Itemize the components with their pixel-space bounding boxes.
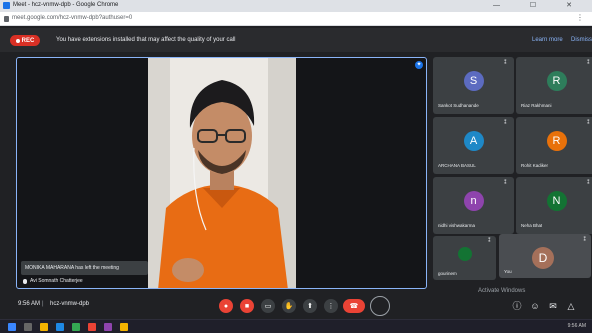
meeting-controls-bar: 9:56 AM | hcz-vnmw-dpb ● ■ ▭ ✋ ⬆ ⋮ ☎ ⓘ ☺… <box>0 293 592 319</box>
mic-off-icon: ⁑ <box>504 120 507 126</box>
presenter-tile[interactable]: ✦ MONIKA MAHARANA has left the meeting A… <box>16 57 427 289</box>
avatar: R <box>546 71 567 91</box>
activities-button[interactable] <box>370 296 390 316</box>
extensions-warning-text: You have extensions installed that may a… <box>56 37 236 43</box>
mic-off-icon: ⁑ <box>488 238 491 244</box>
avatar: R <box>546 131 567 151</box>
address-bar[interactable]: meet.google.com/hcz-vnmw-dpb?authuser=0 … <box>0 12 592 26</box>
mic-off-icon: ⁑ <box>504 180 507 186</box>
participant-tile[interactable]: ⁑ N Neha Bhat <box>516 177 592 234</box>
mic-icon <box>23 278 27 284</box>
recording-badge: REC <box>10 35 40 46</box>
mic-off-icon: ⁑ <box>587 120 590 126</box>
chat-icon[interactable]: ✉ <box>548 301 558 311</box>
present-icon: ⬆ <box>307 303 313 310</box>
windows-taskbar: 9:56 AM <box>0 319 592 333</box>
participant-name: Rohit Kadiker <box>521 163 549 168</box>
file-explorer-icon[interactable] <box>40 323 48 331</box>
meeting-clock: 9:56 AM <box>18 301 41 307</box>
app-icon[interactable] <box>120 323 128 331</box>
participant-tile[interactable]: ⁑ gourinem <box>433 236 496 280</box>
chrome-icon[interactable] <box>72 323 80 331</box>
search-icon[interactable] <box>24 323 32 331</box>
info-icon[interactable]: ⓘ <box>512 301 522 311</box>
mic-off-icon: ⁑ <box>504 60 507 66</box>
separator: | <box>42 301 44 307</box>
participant-name: Riaz Rakhmani <box>521 103 552 108</box>
participant-name: Neha Bhat <box>521 223 543 228</box>
taskbar-clock: 9:56 AM <box>567 323 586 329</box>
meeting-code: hcz-vnmw-dpb <box>50 301 90 307</box>
people-icon[interactable]: ☺ <box>530 301 540 311</box>
hand-icon: ✋ <box>284 303 294 310</box>
mic-off-icon: ⁑ <box>587 180 590 186</box>
mic-off-icon: ● <box>223 302 229 310</box>
mic-off-icon: ⁑ <box>587 60 590 66</box>
participant-tile[interactable]: ⁑ R Riaz Rakhmani <box>516 57 592 114</box>
browser-title-bar: Meet - hcz-vnmw-dpb - Google Chrome — ☐ … <box>0 0 592 12</box>
participant-tile[interactable]: ⁑ S Sankot Sudhanande <box>433 57 514 114</box>
captions-icon: ▭ <box>264 303 272 310</box>
participant-name: gourinem <box>438 271 457 276</box>
participant-name: nidhi vishwakarma <box>438 223 476 228</box>
participant-name: Sankot Sudhanande <box>438 103 479 108</box>
presenter-video <box>148 58 296 288</box>
lock-icon <box>4 16 9 22</box>
more-options-button[interactable]: ⋮ <box>324 299 338 313</box>
avatar: N <box>546 191 567 211</box>
avatar: A <box>463 131 484 151</box>
presenter-name-label: Avi Somnath Chatterjee <box>23 278 83 284</box>
camera-off-icon: ■ <box>244 302 250 310</box>
present-button[interactable]: ⬆ <box>303 299 317 313</box>
captions-button[interactable]: ▭ <box>261 299 275 313</box>
phone-hangup-icon: ☎ <box>349 303 359 310</box>
extensions-warning-bar: REC You have extensions installed that m… <box>0 28 592 52</box>
participant-tile[interactable]: ⁑ A ARCHANA BASUL <box>433 117 514 174</box>
participant-name: ARCHANA BASUL <box>438 163 476 168</box>
participant-left-toast: MONIKA MAHARANA has left the meeting <box>21 261 148 275</box>
presenter-video-frame <box>148 58 296 288</box>
mic-off-icon: ⁑ <box>583 237 587 243</box>
mic-toggle-button[interactable]: ● <box>219 299 233 313</box>
participant-tile[interactable]: ⁑ R Rohit Kadiker <box>516 117 592 174</box>
avatar <box>457 247 472 261</box>
pin-icon[interactable]: ✦ <box>415 61 423 69</box>
participant-tile[interactable]: ⁑ n nidhi vishwakarma <box>433 177 514 234</box>
app-icon[interactable] <box>104 323 112 331</box>
recording-dot-icon <box>15 38 20 43</box>
app-icon[interactable] <box>88 323 96 331</box>
avatar: n <box>463 191 484 211</box>
window-title: Meet - hcz-vnmw-dpb - Google Chrome <box>13 2 119 8</box>
edge-icon[interactable] <box>56 323 64 331</box>
windows-start-icon[interactable] <box>8 323 16 331</box>
raise-hand-button[interactable]: ✋ <box>282 299 296 313</box>
dismiss-button[interactable]: Dismiss <box>571 37 592 43</box>
self-tile[interactable]: ⁑ D You <box>499 234 591 278</box>
url-text[interactable]: meet.google.com/hcz-vnmw-dpb?authuser=0 <box>12 15 132 21</box>
browser-menu-icon[interactable]: ⋮ <box>576 13 584 22</box>
presenter-name: Avi Somnath Chatterjee <box>30 278 83 284</box>
avatar: S <box>463 71 484 91</box>
more-vert-icon: ⋮ <box>327 303 335 310</box>
end-call-button[interactable]: ☎ <box>343 299 365 313</box>
window-controls[interactable]: — ☐ ✕ <box>493 1 586 9</box>
learn-more-link[interactable]: Learn more <box>532 37 563 43</box>
camera-toggle-button[interactable]: ■ <box>240 299 254 313</box>
activities-icon[interactable]: △ <box>566 301 576 311</box>
meet-favicon-icon <box>3 2 10 9</box>
self-avatar: D <box>532 247 554 269</box>
recording-label: REC <box>21 37 35 44</box>
self-name: You <box>504 269 512 274</box>
